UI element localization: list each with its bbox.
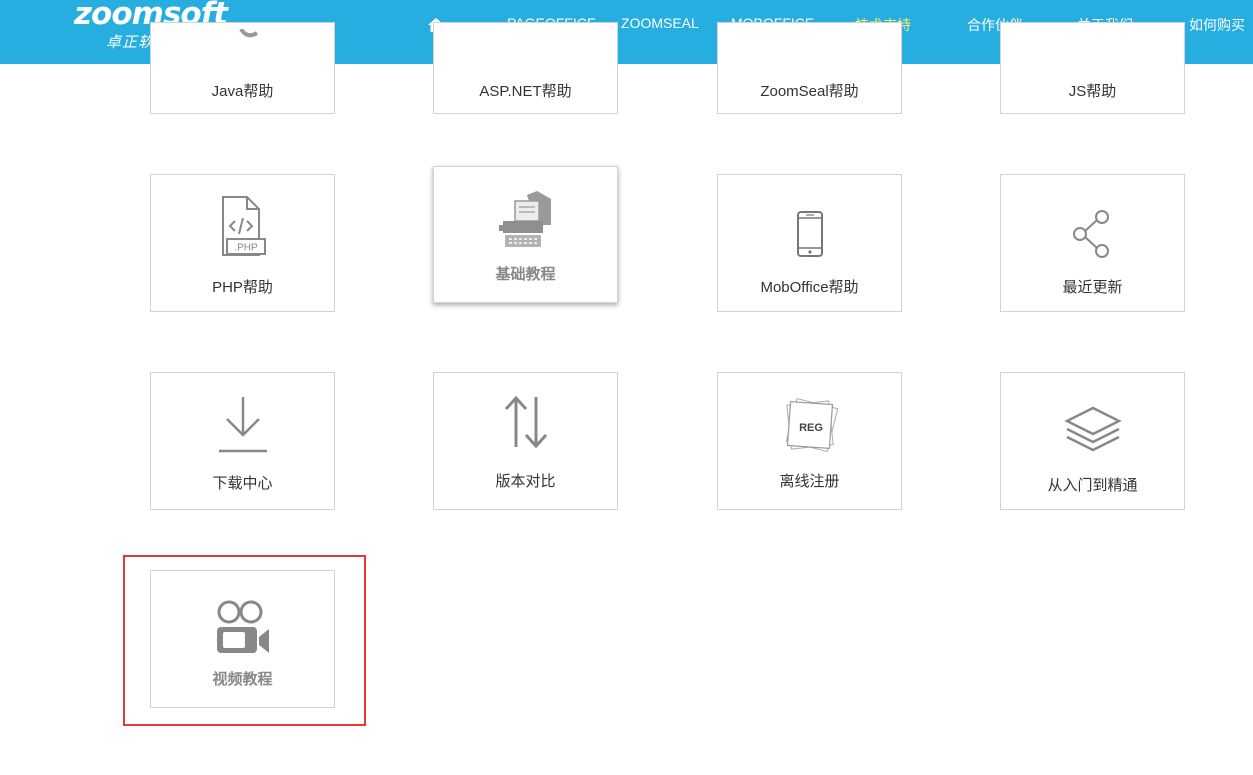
layers-icon <box>1001 405 1184 455</box>
card-label: 离线注册 <box>779 473 840 490</box>
share-icon <box>1001 207 1184 259</box>
compare-arrows-icon <box>434 395 617 449</box>
svg-text:.PHP: .PHP <box>234 243 258 254</box>
card-label: ASP.NET帮助 <box>479 83 572 100</box>
card-version-compare[interactable]: 版本对比 <box>433 372 618 510</box>
card-label: 从入门到精通 <box>1047 477 1138 494</box>
card-label: 下载中心 <box>212 475 273 492</box>
card-download-center[interactable]: 下载中心 <box>150 372 335 510</box>
typewriter-icon <box>434 191 617 251</box>
card-basic-tutorial[interactable]: 基础教程 <box>433 166 618 303</box>
card-label: ZoomSeal帮助 <box>760 83 859 100</box>
card-label: Java帮助 <box>211 83 274 100</box>
reg-icon: REG <box>718 397 901 457</box>
card-js-help[interactable]: JS帮助 <box>1000 22 1185 114</box>
card-label: MobOffice帮助 <box>760 279 859 296</box>
java-icon <box>151 29 334 41</box>
nav-item-zoomseal[interactable]: ZOOMSEAL <box>621 15 699 31</box>
card-zoomseal-help[interactable]: ZoomSeal帮助 <box>717 22 902 114</box>
download-icon <box>151 395 334 453</box>
nav-item-how-to-buy[interactable]: 如何购买 <box>1189 15 1245 35</box>
card-label: 最近更新 <box>1062 279 1123 296</box>
php-file-icon: .PHP <box>151 195 334 261</box>
card-label: PHP帮助 <box>212 279 273 296</box>
card-java-help[interactable]: Java帮助 <box>150 22 335 114</box>
card-php-help[interactable]: .PHP PHP帮助 <box>150 174 335 312</box>
phone-icon <box>718 210 901 258</box>
card-label: 基础教程 <box>495 266 556 283</box>
highlight-box <box>123 555 366 726</box>
svg-text:REG: REG <box>799 422 823 434</box>
card-aspnet-help[interactable]: ASP.NET帮助 <box>433 22 618 114</box>
card-offline-register[interactable]: REG 离线注册 <box>717 372 902 510</box>
card-recent-updates[interactable]: 最近更新 <box>1000 174 1185 312</box>
card-label: 版本对比 <box>495 473 556 490</box>
card-moboffice-help[interactable]: MobOffice帮助 <box>717 174 902 312</box>
card-beginner-to-expert[interactable]: 从入门到精通 <box>1000 372 1185 510</box>
card-label: JS帮助 <box>1068 83 1117 100</box>
